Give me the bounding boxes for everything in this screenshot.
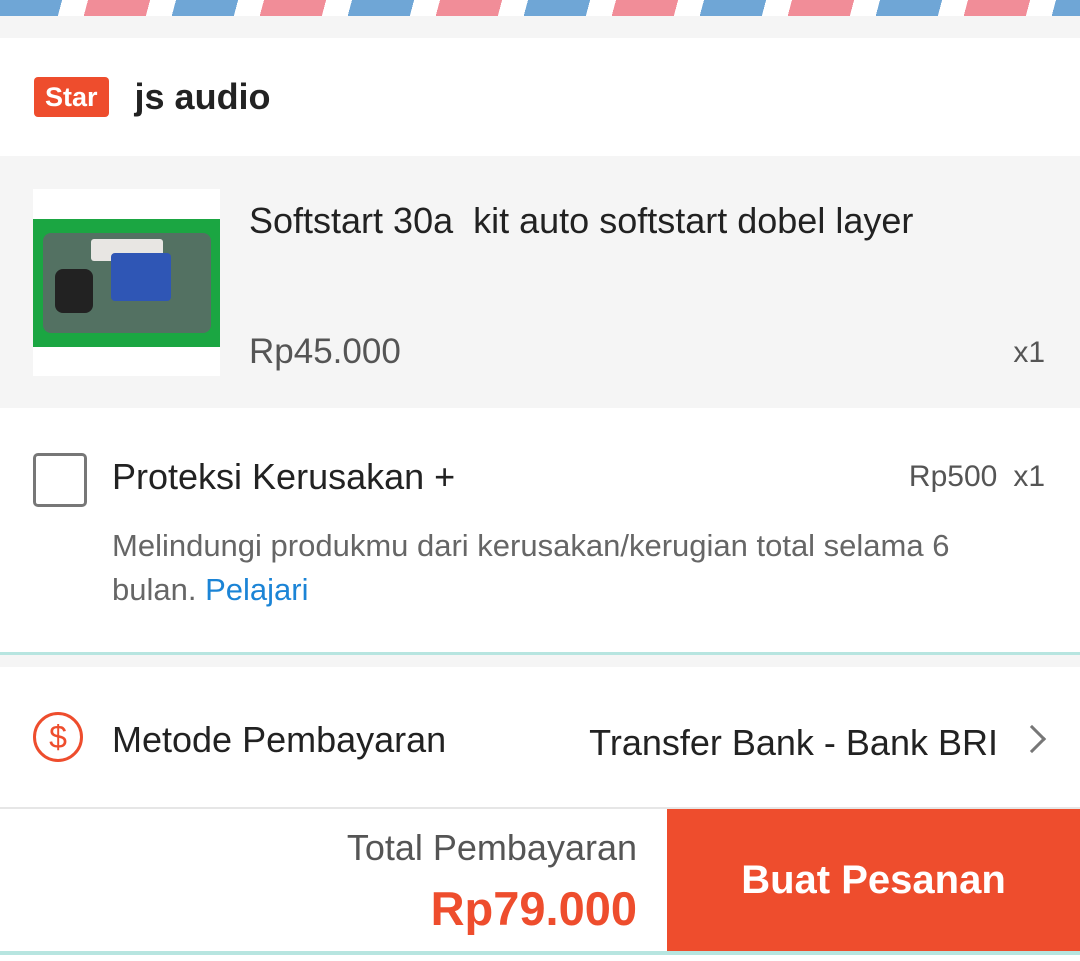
product-price: Rp45.000 — [249, 332, 401, 371]
shop-name[interactable]: js audio — [135, 76, 271, 118]
protection-quantity: x1 — [1013, 460, 1045, 493]
learn-more-link[interactable]: Pelajari — [205, 572, 308, 607]
product-image[interactable] — [33, 189, 220, 376]
protection-price-value: Rp500 — [908, 460, 998, 493]
payment-method-label: Metode Pembayaran — [112, 719, 447, 760]
checkout-bar: Total Pembayaran Rp79.000 Buat Pesanan — [0, 807, 1080, 951]
shop-header[interactable]: Star js audio — [0, 38, 1080, 156]
payment-method-value: Transfer Bank - Bank BRI — [589, 722, 998, 763]
total-payment-label: Total Pembayaran — [346, 827, 637, 868]
circuit-board-icon — [33, 218, 220, 347]
total-payment-value: Rp79.000 — [430, 882, 637, 935]
spacer — [0, 655, 1080, 667]
product-item[interactable]: Softstart 30a kit auto softstart dobel l… — [0, 156, 1080, 408]
damage-protection-option: Proteksi Kerusakan + Rp500 x1 Melindungi … — [0, 408, 1080, 652]
product-title: Softstart 30a kit auto softstart dobel l… — [249, 200, 914, 241]
protection-title: Proteksi Kerusakan + — [112, 456, 456, 497]
dollar-circle-icon: $ — [33, 712, 83, 762]
protection-checkbox[interactable] — [33, 453, 87, 507]
place-order-button[interactable]: Buat Pesanan — [667, 809, 1080, 951]
envelope-border-stripe — [0, 0, 1080, 16]
spacer — [0, 16, 1080, 38]
payment-method-row[interactable]: $ Metode Pembayaran Transfer Bank - Bank… — [0, 667, 1080, 807]
chevron-right-icon[interactable] — [1017, 724, 1047, 754]
spacer — [0, 955, 1080, 961]
protection-description: Melindungi produkmu dari kerusakan/kerug… — [112, 524, 1042, 612]
protection-price: Rp500 x1 — [909, 460, 1045, 494]
product-quantity: x1 — [1013, 336, 1045, 369]
star-seller-badge: Star — [34, 77, 109, 117]
